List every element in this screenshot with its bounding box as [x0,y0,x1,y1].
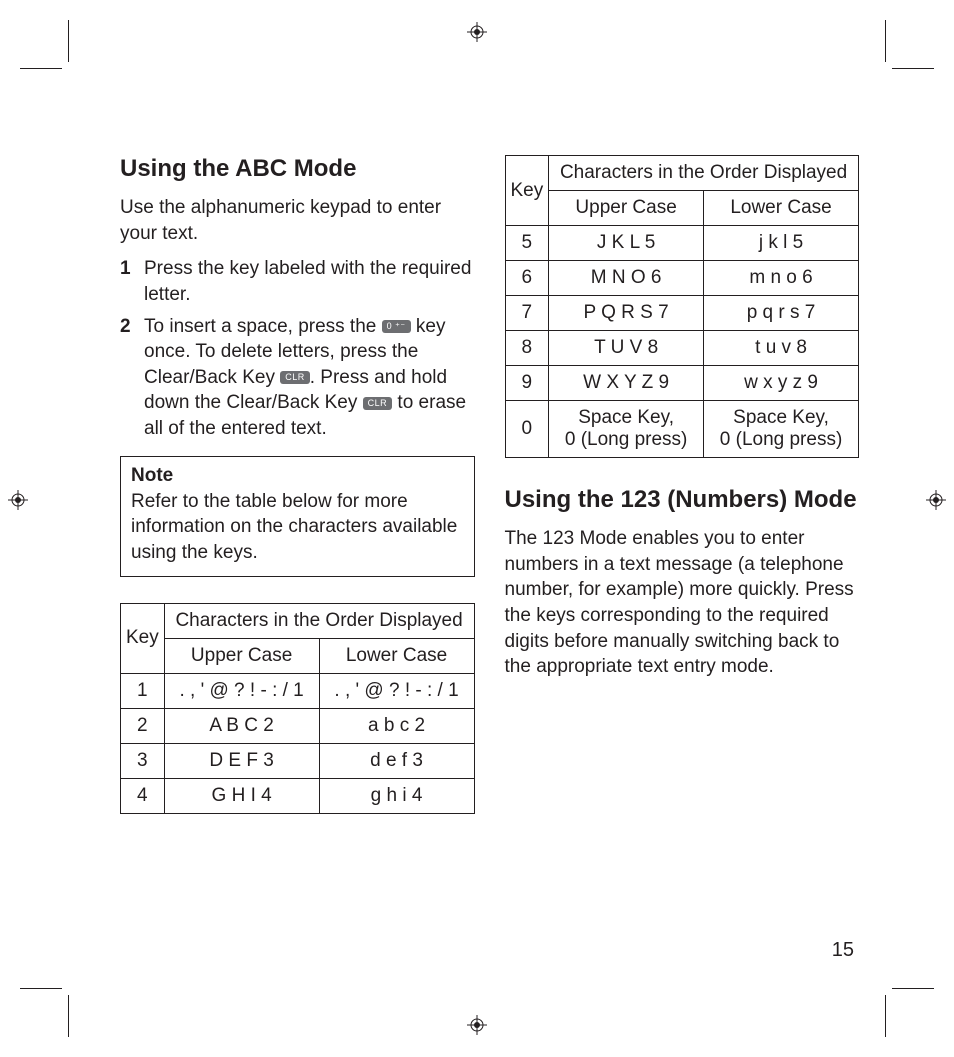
steps-list: 1 Press the key labeled with the require… [120,256,475,441]
crop-mark [20,988,62,989]
note-box: Note Refer to the table below for more i… [120,456,475,577]
cell-upper: A B C 2 [164,708,319,743]
crop-mark [20,68,62,69]
th-lower: Lower Case [319,638,474,673]
table-row: 0Space Key,0 (Long press)Space Key,0 (Lo… [505,401,859,458]
cell-key: 5 [505,226,549,261]
step-number: 2 [120,314,134,442]
table-row: 4G H I 4g h i 4 [121,778,475,813]
table-row: 7P Q R S 7p q r s 7 [505,296,859,331]
cell-lower: p q r s 7 [704,296,859,331]
th-key: Key [121,603,165,673]
th-key: Key [505,156,549,226]
step-number: 1 [120,256,134,307]
th-chars: Characters in the Order Displayed [164,603,474,638]
table-row: 8T U V 8t u v 8 [505,331,859,366]
clr-key-icon: CLR [363,397,393,410]
left-column: Using the ABC Mode Use the alphanumeric … [120,155,475,937]
cell-key: 2 [121,708,165,743]
cell-lower: a b c 2 [319,708,474,743]
registration-mark-icon [8,490,28,510]
cell-lower: d e f 3 [319,743,474,778]
crop-mark [68,995,69,1037]
heading-abc-mode: Using the ABC Mode [120,155,475,183]
zero-key-icon: 0 ⁺⁻ [382,320,411,333]
th-lower: Lower Case [704,191,859,226]
cell-lower: j k l 5 [704,226,859,261]
cell-key: 8 [505,331,549,366]
crop-mark [68,20,69,62]
th-upper: Upper Case [164,638,319,673]
cell-upper: P Q R S 7 [549,296,704,331]
char-table-left: Key Characters in the Order Displayed Up… [120,603,475,814]
step-text: Press the key labeled with the required … [144,256,475,307]
right-column: Key Characters in the Order Displayed Up… [505,155,860,937]
table-row: 2A B C 2a b c 2 [121,708,475,743]
cell-upper: J K L 5 [549,226,704,261]
th-chars: Characters in the Order Displayed [549,156,859,191]
table-row: 1. , ' @ ? ! - : / 1. , ' @ ? ! - : / 1 [121,673,475,708]
cell-lower: m n o 6 [704,261,859,296]
cell-key: 3 [121,743,165,778]
cell-key: 0 [505,401,549,458]
step-text: To insert a space, press the 0 ⁺⁻ key on… [144,314,475,442]
cell-key: 6 [505,261,549,296]
note-body: Refer to the table below for more inform… [131,489,464,566]
cell-key: 9 [505,366,549,401]
body-123-mode: The 123 Mode enables you to enter number… [505,526,860,680]
cell-upper: G H I 4 [164,778,319,813]
cell-lower: . , ' @ ? ! - : / 1 [319,673,474,708]
page-number: 15 [832,939,854,962]
heading-123-mode: Using the 123 (Numbers) Mode [505,486,860,514]
table-row: 6M N O 6m n o 6 [505,261,859,296]
cell-upper: W X Y Z 9 [549,366,704,401]
crop-mark [892,988,934,989]
step-2: 2 To insert a space, press the 0 ⁺⁻ key … [120,314,475,442]
page-content: Using the ABC Mode Use the alphanumeric … [120,155,859,937]
crop-mark [885,995,886,1037]
cell-key: 1 [121,673,165,708]
step-1: 1 Press the key labeled with the require… [120,256,475,307]
note-title: Note [131,465,464,487]
cell-upper: M N O 6 [549,261,704,296]
char-table-right: Key Characters in the Order Displayed Up… [505,155,860,458]
cell-lower: g h i 4 [319,778,474,813]
cell-upper: T U V 8 [549,331,704,366]
cell-upper: . , ' @ ? ! - : / 1 [164,673,319,708]
cell-key: 7 [505,296,549,331]
clr-key-icon: CLR [280,371,310,384]
cell-upper: D E F 3 [164,743,319,778]
cell-upper: Space Key,0 (Long press) [549,401,704,458]
registration-mark-icon [926,490,946,510]
table-row: 3D E F 3d e f 3 [121,743,475,778]
crop-mark [885,20,886,62]
registration-mark-icon [467,22,487,42]
cell-lower: t u v 8 [704,331,859,366]
cell-lower: Space Key,0 (Long press) [704,401,859,458]
cell-key: 4 [121,778,165,813]
intro-text: Use the alphanumeric keypad to enter you… [120,195,475,246]
registration-mark-icon [467,1015,487,1035]
table-row: 5J K L 5j k l 5 [505,226,859,261]
table-row: 9W X Y Z 9w x y z 9 [505,366,859,401]
th-upper: Upper Case [549,191,704,226]
cell-lower: w x y z 9 [704,366,859,401]
crop-mark [892,68,934,69]
